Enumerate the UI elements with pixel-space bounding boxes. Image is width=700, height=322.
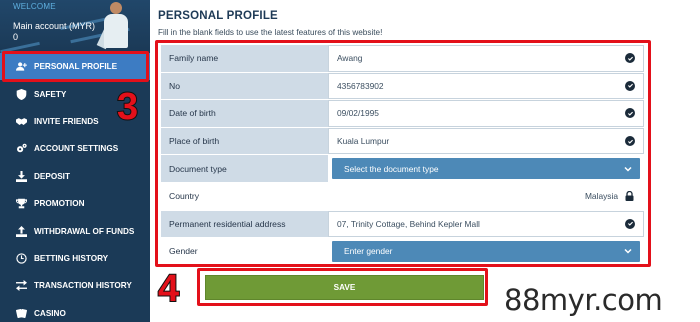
check-icon <box>625 108 635 119</box>
gears-icon <box>14 142 28 156</box>
account-label: Main account (MYR) <box>13 21 96 31</box>
account-header: WELCOME Main account (MYR) 0 <box>0 0 150 54</box>
sidebar-item-label: PERSONAL PROFILE <box>34 62 118 72</box>
sidebar-item-label: BETTING HISTORY <box>34 253 109 263</box>
shield-icon <box>14 87 28 101</box>
sidebar-item-label: DEPOSIT <box>34 171 70 181</box>
row-document-type: Document type Select the document type <box>161 155 644 183</box>
gender-value: Enter gender <box>344 246 393 257</box>
save-button[interactable]: SAVE <box>205 275 484 300</box>
check-icon <box>625 218 635 229</box>
sidebar-item-label: SAFETY <box>34 89 67 99</box>
welcome-text: WELCOME <box>13 2 56 11</box>
address-label: Permanent residential address <box>161 210 328 238</box>
handshake-icon <box>14 114 28 128</box>
date-of-birth-label: Date of birth <box>161 100 328 127</box>
check-icon <box>625 80 635 91</box>
sidebar-item-account-settings[interactable]: ACCOUNT SETTINGS <box>0 135 150 162</box>
download-icon <box>14 169 28 183</box>
chevron-down-icon <box>624 166 632 172</box>
watermark: 88myr.com <box>504 283 663 317</box>
row-no: No 4356783902 <box>161 72 644 101</box>
no-value: 4356783902 <box>337 80 384 91</box>
main-content: PERSONAL PROFILE Fill in the blank field… <box>150 0 700 322</box>
row-date-of-birth: Date of birth 09/02/1995 <box>161 100 644 128</box>
country-field: Malaysia <box>328 182 644 210</box>
sidebar-item-casino[interactable]: CASINO <box>0 300 150 322</box>
upload-icon <box>14 224 28 238</box>
gender-select[interactable]: Enter gender <box>328 238 644 265</box>
document-type-select[interactable]: Select the document type <box>328 155 644 182</box>
sidebar-item-label: PROMOTION <box>34 199 85 209</box>
date-of-birth-field[interactable]: 09/02/1995 <box>328 100 644 127</box>
row-address: Permanent residential address 07, Trinit… <box>161 210 644 239</box>
sidebar-item-transaction-history[interactable]: TRANSACTION HISTORY <box>0 272 150 299</box>
sidebar-item-withdrawal[interactable]: WITHDRAWAL OF FUNDS <box>0 217 150 244</box>
gender-label: Gender <box>161 238 328 265</box>
row-country: Country Malaysia <box>161 182 644 211</box>
sidebar: WELCOME Main account (MYR) 0 PERSONAL PR… <box>0 0 150 322</box>
family-name-field[interactable]: Awang <box>328 45 644 72</box>
row-family-name: Family name Awang <box>161 45 644 73</box>
history-icon <box>14 251 28 265</box>
place-of-birth-value: Kuala Lumpur <box>337 136 390 147</box>
sidebar-item-label: INVITE FRIENDS <box>34 116 99 126</box>
transfer-icon <box>14 279 28 293</box>
place-of-birth-field[interactable]: Kuala Lumpur <box>328 127 644 155</box>
row-place-of-birth: Place of birth Kuala Lumpur <box>161 127 644 156</box>
cards-icon <box>14 306 28 320</box>
page-title: PERSONAL PROFILE <box>158 10 278 22</box>
step-number-4: 4 <box>157 267 180 311</box>
place-of-birth-label: Place of birth <box>161 127 328 155</box>
add-user-icon <box>14 60 28 74</box>
no-label: No <box>161 72 328 100</box>
chevron-down-icon <box>624 249 632 255</box>
sidebar-item-betting-history[interactable]: BETTING HISTORY <box>0 245 150 272</box>
step-number-3: 3 <box>116 85 139 129</box>
check-icon <box>625 136 635 147</box>
sidebar-item-deposit[interactable]: DEPOSIT <box>0 163 150 190</box>
address-field[interactable]: 07, Trinity Cottage, Behind Kepler Mall <box>328 210 644 238</box>
lock-icon <box>625 191 634 202</box>
sidebar-item-label: WITHDRAWAL OF FUNDS <box>34 226 135 236</box>
profile-form: Family name Awang No 4356783902 Date of … <box>161 45 644 266</box>
trophy-icon <box>14 197 28 211</box>
date-of-birth-value: 09/02/1995 <box>337 108 379 119</box>
document-type-value: Select the document type <box>344 163 439 174</box>
page-subtitle: Fill in the blank fields to use the late… <box>158 28 383 37</box>
sidebar-item-personal-profile[interactable]: PERSONAL PROFILE <box>0 53 150 81</box>
row-gender: Gender Enter gender <box>161 238 644 266</box>
no-field[interactable]: 4356783902 <box>328 72 644 100</box>
sidebar-item-promotion[interactable]: PROMOTION <box>0 190 150 217</box>
sidebar-item-label: CASINO <box>34 308 66 318</box>
sidebar-item-label: TRANSACTION HISTORY <box>34 281 132 291</box>
family-name-value: Awang <box>337 53 363 64</box>
address-value: 07, Trinity Cottage, Behind Kepler Mall <box>337 218 480 229</box>
player-image <box>96 0 136 50</box>
country-value: Malaysia <box>584 191 618 202</box>
sidebar-item-label: ACCOUNT SETTINGS <box>34 144 119 154</box>
document-type-label: Document type <box>161 155 328 182</box>
check-icon <box>625 53 635 64</box>
account-balance: 0 <box>13 32 19 42</box>
country-label: Country <box>161 182 328 210</box>
family-name-label: Family name <box>161 45 328 72</box>
